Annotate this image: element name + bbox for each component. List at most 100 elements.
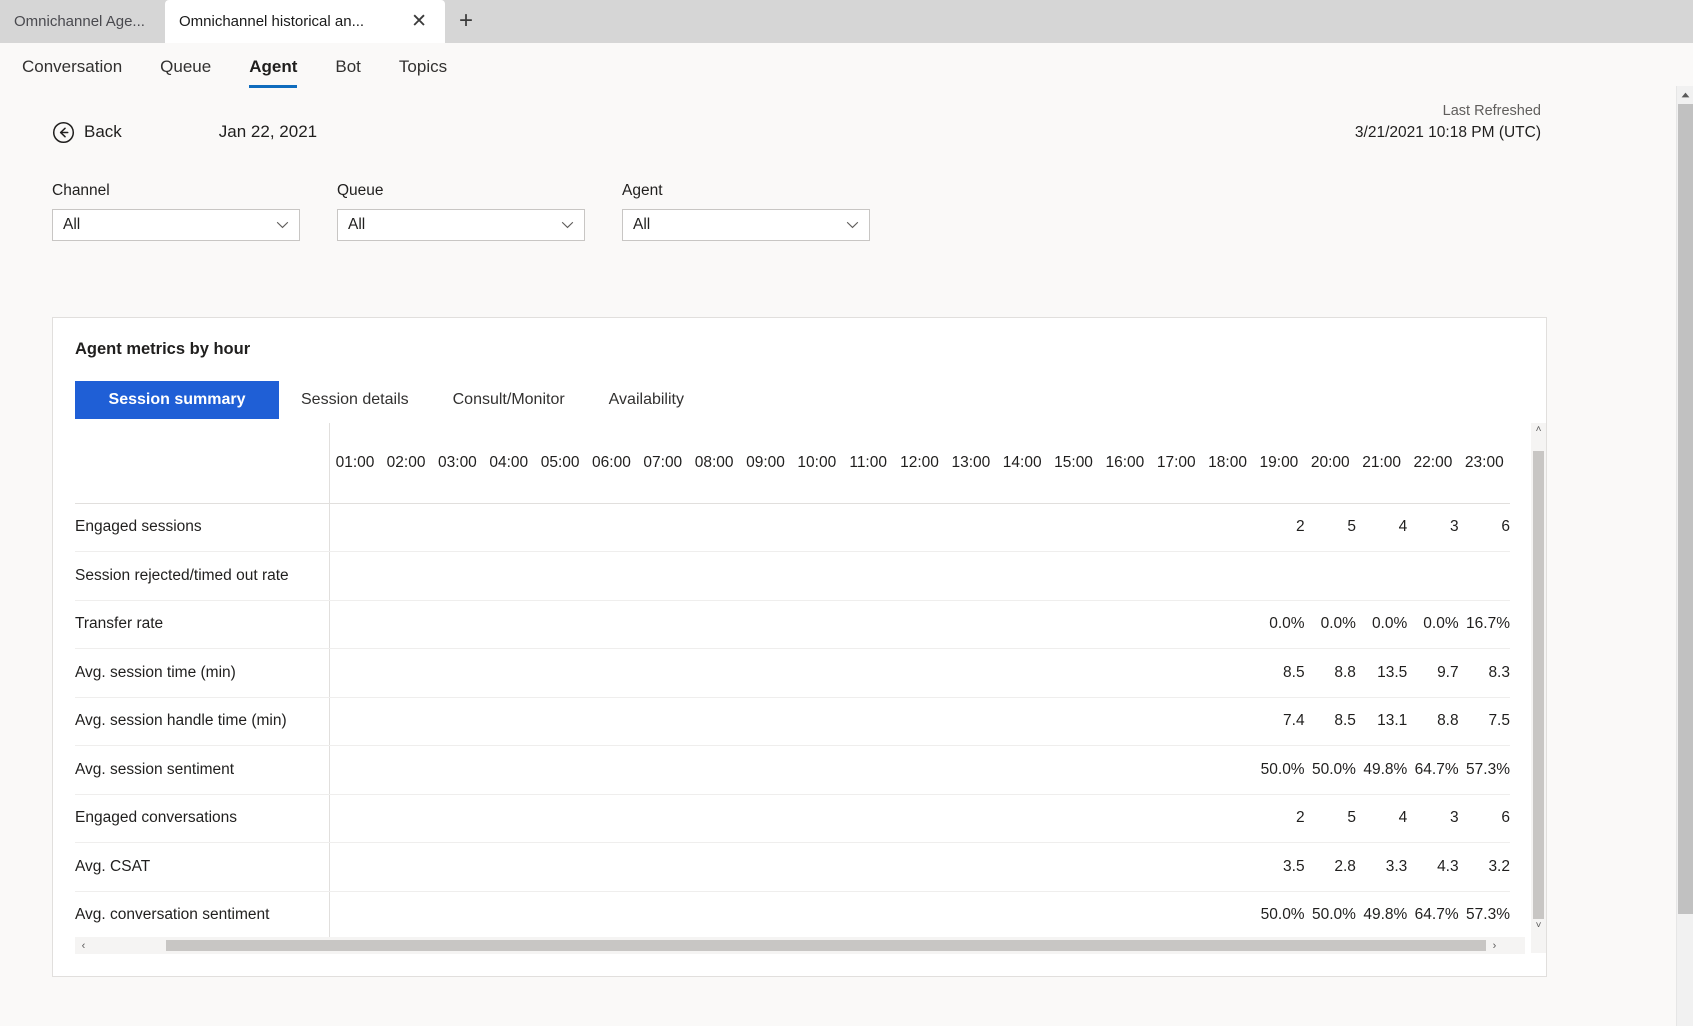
table-cell	[1150, 551, 1202, 601]
metrics-table: 01:00 02:00 03:00 04:00 05:00 06:00 07:00 08:00…	[75, 423, 1510, 953]
table-cell: 2	[1253, 794, 1305, 843]
table-horizontal-scroll-thumb[interactable]	[166, 940, 1486, 951]
table-cell	[1099, 891, 1151, 940]
tab-session-details[interactable]: Session details	[279, 381, 431, 419]
table-cell	[534, 697, 586, 746]
window-vertical-scrollbar[interactable]	[1676, 86, 1693, 1026]
table-cell	[329, 648, 381, 698]
table-cell	[585, 891, 638, 940]
table-column-header: 01:00	[328, 423, 381, 504]
table-row: Engaged sessions 2 5 4 3 6	[75, 503, 1510, 552]
table-cell	[996, 503, 1048, 552]
table-cell: 3	[1407, 794, 1459, 843]
table-cell	[431, 891, 484, 940]
table-row-label: Avg. CSAT	[75, 842, 330, 892]
browser-tab-inactive[interactable]: Omnichannel Age...	[0, 0, 165, 43]
table-cell	[945, 697, 997, 746]
back-button-label: Back	[84, 122, 122, 141]
table-cell	[893, 551, 946, 601]
filter-agent-value: All	[633, 216, 651, 233]
table-cell: 4.3	[1407, 842, 1459, 892]
metrics-table-head: 01:00 02:00 03:00 04:00 05:00 06:00 07:00 08:00…	[75, 423, 1510, 504]
filter-agent-dropdown[interactable]: All	[622, 209, 870, 241]
table-column-header: 17:00	[1150, 423, 1202, 504]
table-cell: 8.5	[1304, 697, 1356, 746]
table-cell	[637, 794, 689, 843]
table-cell	[893, 648, 946, 698]
table-cell: 16.7%	[1458, 600, 1510, 649]
table-column-header: 11:00	[842, 423, 894, 504]
table-row-label: Avg. session handle time (min)	[75, 697, 330, 746]
table-cell	[893, 503, 946, 552]
table-cell	[688, 891, 740, 940]
table-cell	[945, 600, 997, 649]
table-cell	[1150, 794, 1202, 843]
table-row: Avg. session sentiment 50.0% 50.0% 49.8% 64.…	[75, 745, 1510, 795]
nav-item-topics[interactable]: Topics	[399, 57, 447, 88]
table-cell	[688, 794, 740, 843]
table-cell	[893, 697, 946, 746]
browser-tab-title: Omnichannel Age...	[14, 13, 145, 30]
last-refreshed-label: Last Refreshed	[1442, 103, 1541, 119]
table-vertical-scroll-thumb[interactable]	[1533, 451, 1544, 919]
table-cell	[1458, 551, 1510, 601]
table-cell	[1304, 551, 1356, 601]
new-tab-button[interactable]: +	[445, 8, 487, 41]
filter-channel-dropdown[interactable]: All	[52, 209, 300, 241]
table-horizontal-scrollbar[interactable]: ‹ ›	[75, 937, 1525, 954]
filter-queue-value: All	[348, 216, 366, 233]
table-cell	[1099, 842, 1151, 892]
nav-item-queue[interactable]: Queue	[160, 57, 211, 88]
table-header-row: 01:00 02:00 03:00 04:00 05:00 06:00 07:00 08:00…	[75, 423, 1510, 504]
table-cell	[1407, 551, 1459, 601]
table-cell	[1201, 648, 1254, 698]
close-icon[interactable]: ✕	[407, 12, 431, 31]
nav-item-bot[interactable]: Bot	[335, 57, 361, 88]
table-cell	[1047, 503, 1100, 552]
table-cell	[1099, 551, 1151, 601]
nav-item-agent[interactable]: Agent	[249, 57, 298, 88]
table-cell	[534, 794, 586, 843]
back-button[interactable]: Back	[52, 121, 122, 144]
tab-consult-monitor[interactable]: Consult/Monitor	[431, 381, 587, 419]
table-cell: 57.3%	[1458, 745, 1510, 795]
nav-item-conversation[interactable]: Conversation	[22, 57, 122, 88]
table-column-header: 04:00	[483, 423, 535, 504]
table-cell	[329, 551, 381, 601]
table-cell	[996, 551, 1048, 601]
window-scroll-up-arrow-icon[interactable]	[1677, 86, 1693, 103]
table-cell: 8.5	[1253, 648, 1305, 698]
table-column-header: 19:00	[1253, 423, 1305, 504]
scroll-down-arrow-icon[interactable]: ˅	[1531, 919, 1546, 933]
table-cell	[688, 842, 740, 892]
table-cell: 8.3	[1458, 648, 1510, 698]
window-scroll-thumb[interactable]	[1678, 104, 1693, 914]
table-row: Engaged conversations 2 5 4 3 6	[75, 794, 1510, 843]
table-cell	[483, 697, 535, 746]
table-cell	[585, 745, 638, 795]
filter-agent: Agent All	[622, 182, 870, 241]
table-cell	[637, 842, 689, 892]
filter-queue-dropdown[interactable]: All	[337, 209, 585, 241]
table-column-header: 09:00	[739, 423, 792, 504]
table-vertical-scrollbar[interactable]: ˄ ˅	[1531, 423, 1546, 953]
table-cell	[534, 503, 586, 552]
tab-availability[interactable]: Availability	[587, 381, 706, 419]
scroll-right-arrow-icon[interactable]: ›	[1486, 937, 1503, 954]
table-cell	[893, 891, 946, 940]
scroll-up-arrow-icon[interactable]: ˄	[1531, 423, 1546, 437]
table-cell: 4	[1355, 503, 1408, 552]
table-cell	[739, 891, 792, 940]
table-cell	[483, 745, 535, 795]
table-cell	[1150, 697, 1202, 746]
table-cell	[637, 697, 689, 746]
table-cell	[585, 842, 638, 892]
table-cell	[380, 697, 432, 746]
browser-tab-active[interactable]: Omnichannel historical an... ✕	[165, 0, 445, 43]
tab-session-summary[interactable]: Session summary	[75, 381, 279, 419]
filter-agent-label: Agent	[622, 182, 663, 199]
scroll-left-arrow-icon[interactable]: ‹	[75, 937, 92, 954]
table-cell	[945, 842, 997, 892]
table-cell	[688, 503, 740, 552]
table-cell	[739, 648, 792, 698]
